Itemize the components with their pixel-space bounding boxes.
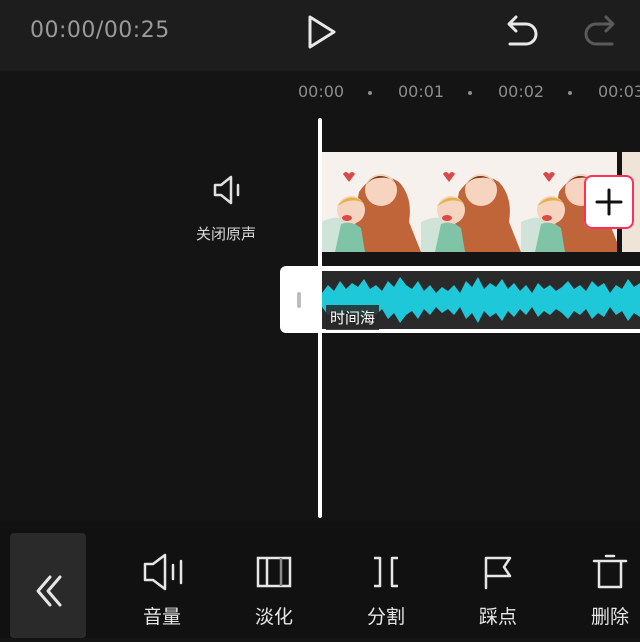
ruler-dot (368, 91, 372, 95)
tool-split[interactable]: 分割 (346, 546, 426, 636)
tool-beat[interactable]: 踩点 (458, 546, 538, 636)
bottom-toolbar (0, 521, 640, 638)
tool-volume[interactable]: 音量 (122, 546, 202, 636)
ruler-tick: 00:02 (498, 82, 545, 101)
back-button[interactable] (10, 533, 86, 638)
time-display: 00:00/00:25 (30, 18, 170, 43)
ruler-tick: 00:03 (598, 82, 640, 101)
ruler-dot (468, 91, 472, 95)
undo-icon[interactable] (502, 14, 540, 54)
volume-icon (143, 553, 183, 591)
tool-split-label: 分割 (366, 606, 405, 628)
top-bar: 00:00/00:25 (0, 0, 640, 71)
tool-delete-label: 删除 (590, 606, 629, 628)
video-clip[interactable] (321, 152, 621, 252)
double-chevron-left-icon (36, 575, 62, 607)
playhead[interactable] (318, 118, 322, 518)
mute-original-label[interactable]: 关闭原声 (196, 223, 256, 244)
delete-icon (592, 554, 628, 589)
audio-clip-name: 时间海 (326, 305, 380, 330)
add-clip-button[interactable] (584, 175, 634, 229)
plus-icon (595, 188, 623, 216)
redo-icon[interactable] (582, 14, 620, 54)
beat-flag-icon (484, 556, 512, 590)
tool-delete[interactable]: 删除 (570, 546, 640, 636)
time-ruler: 00:00 00:01 00:02 00:03 (0, 80, 640, 104)
tool-fade-label: 淡化 (254, 606, 293, 628)
tool-beat-label: 踩点 (478, 606, 517, 628)
audio-trim-handle[interactable] (297, 292, 301, 308)
ruler-tick: 00:00 (298, 82, 345, 101)
speaker-icon[interactable] (212, 174, 246, 210)
video-thumbnail (421, 152, 521, 252)
ruler-dot (568, 91, 572, 95)
video-thumbnail (321, 152, 421, 252)
fade-icon (256, 556, 292, 588)
play-icon[interactable] (306, 14, 338, 54)
ruler-tick: 00:01 (398, 82, 445, 101)
tool-volume-label: 音量 (142, 606, 181, 628)
tool-fade[interactable]: 淡化 (234, 546, 314, 636)
split-icon (374, 556, 398, 588)
